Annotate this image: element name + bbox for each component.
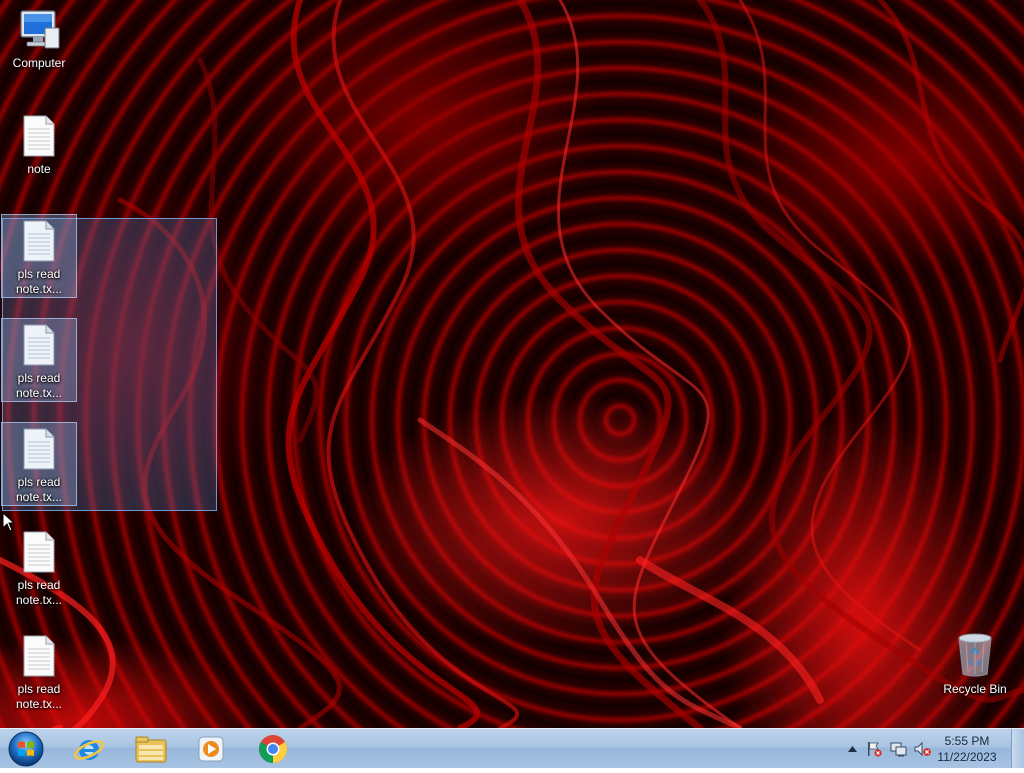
google-chrome-icon: [259, 735, 287, 763]
taskbar: 5:55 PM 11/22/2023: [0, 728, 1024, 768]
desktop-icon-note[interactable]: note: [1, 114, 77, 177]
clock-date: 11/22/2023: [937, 750, 997, 764]
desktop-icon-label: pls read note.tx...: [15, 682, 63, 711]
desktop-icon-pls-read-note[interactable]: pls read note.tx...: [1, 318, 77, 402]
text-document-icon: [23, 115, 55, 157]
taskbar-windows-media-player[interactable]: [184, 731, 238, 767]
desktop-icon-pls-read-note[interactable]: pls read note.tx...: [1, 422, 77, 506]
taskbar-clock[interactable]: 5:55 PM 11/22/2023: [932, 733, 1002, 765]
taskbar-windows-explorer[interactable]: [124, 731, 178, 767]
mouse-pointer-icon: [2, 512, 16, 532]
action-center-flag-icon[interactable]: [866, 741, 882, 757]
volume-muted-icon[interactable]: [914, 741, 932, 757]
windows-explorer-icon: [135, 736, 167, 763]
desktop-icon-label: pls read note.tx...: [15, 371, 63, 400]
text-document-icon: [23, 428, 55, 470]
desktop-icon-computer[interactable]: Computer: [1, 8, 77, 71]
desktop-icon-label: Recycle Bin: [943, 682, 1007, 696]
desktop-icon-label: pls read note.tx...: [15, 475, 63, 504]
desktop-icon-label: pls read note.tx...: [15, 267, 63, 296]
taskbar-internet-explorer[interactable]: [62, 731, 116, 767]
text-document-icon: [23, 531, 55, 573]
recycle-bin-icon: [958, 633, 992, 677]
windows-media-player-icon: [198, 736, 224, 762]
desktop-icon-label: note: [27, 162, 51, 176]
text-document-icon: [23, 324, 55, 366]
desktop-icon-pls-read-note[interactable]: pls read note.tx...: [1, 530, 77, 608]
start-button[interactable]: [6, 730, 46, 768]
desktop[interactable]: Computer note pls read note.tx... pls re…: [0, 0, 1024, 728]
show-desktop-button[interactable]: [1011, 729, 1024, 768]
show-hidden-icons-arrow-icon[interactable]: [848, 745, 857, 752]
computer-icon: [20, 10, 60, 49]
desktop-icon-label: Computer: [12, 56, 66, 70]
system-tray: 5:55 PM 11/22/2023: [834, 729, 1024, 769]
desktop-icon-label: pls read note.tx...: [15, 578, 63, 607]
network-icon[interactable]: [890, 741, 908, 757]
clock-time: 5:55 PM: [944, 734, 990, 748]
internet-explorer-icon: [73, 740, 105, 760]
text-document-icon: [23, 220, 55, 262]
desktop-icon-pls-read-note[interactable]: pls read note.tx...: [1, 214, 77, 298]
taskbar-google-chrome[interactable]: [246, 731, 300, 767]
desktop-icon-pls-read-note[interactable]: pls read note.tx...: [1, 634, 77, 712]
desktop-icon-recycle-bin[interactable]: Recycle Bin: [937, 632, 1013, 697]
windows-start-orb-icon: [8, 731, 44, 767]
text-document-icon: [23, 635, 55, 677]
